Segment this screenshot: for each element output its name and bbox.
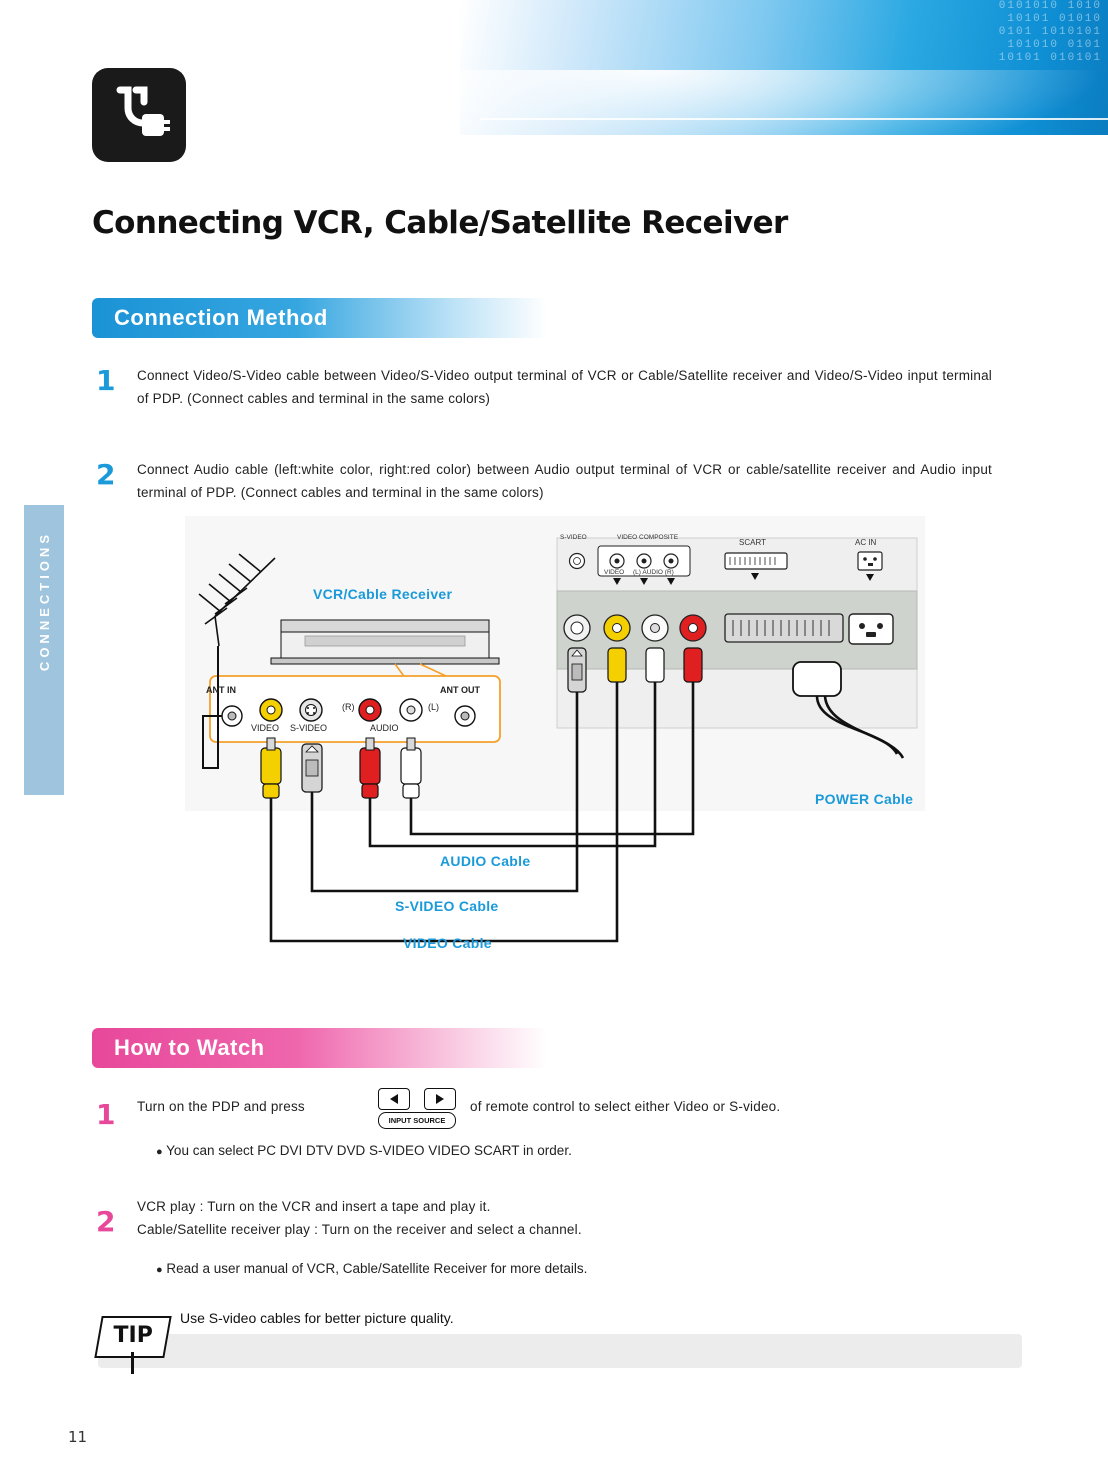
vcr-audio-left-jack <box>399 698 423 722</box>
tip-badge-tail <box>131 1352 134 1374</box>
step-1-watch-bullet: ● You can select PC DVI DTV DVD S-VIDEO … <box>156 1140 986 1163</box>
tip-background-bar <box>98 1334 1022 1368</box>
tip-text: Use S-video cables for better picture qu… <box>180 1310 454 1326</box>
vcr-audio-right-jack <box>358 698 382 722</box>
section-header-connection-method: Connection Method <box>92 298 547 338</box>
diagram-label-vcr: VCR/Cable Receiver <box>313 586 453 602</box>
pdp-label-svideo: S-VIDEO <box>560 534 587 541</box>
header-banner: 0101010 1010 10101 01010 0101 1010101 10… <box>460 0 1108 135</box>
vcr-ant-in-jack <box>221 705 243 727</box>
left-triangle-icon <box>390 1094 398 1104</box>
tip-badge-label: TIP <box>113 1323 153 1348</box>
diagram-label-video: VIDEO <box>251 723 280 733</box>
bullet-dot-icon: ● <box>156 1146 163 1158</box>
diagram-label-power-cable: POWER Cable <box>815 791 914 807</box>
diagram-label-right: (R) <box>342 702 355 712</box>
section-header-connection-method-label: Connection Method <box>114 305 328 330</box>
diagram-label-audio-cable: AUDIO Cable <box>440 853 531 869</box>
section-header-how-to-watch-label: How to Watch <box>114 1035 265 1060</box>
right-triangle-icon <box>436 1094 444 1104</box>
side-tab-connections: CONNECTIONS <box>24 505 64 795</box>
diagram-label-ant-in: ANT IN <box>206 685 236 695</box>
pdp-label-video: VIDEO <box>604 569 625 576</box>
antenna-icon <box>198 553 276 647</box>
vcr-device <box>270 619 500 665</box>
video-plug-yellow <box>260 737 282 799</box>
diagram-label-svideo-cable: S-VIDEO Cable <box>395 898 499 914</box>
banner-binary-texture: 0101010 1010 10101 01010 0101 1010101 10… <box>998 0 1102 64</box>
remote-input-source-control[interactable]: INPUT SOURCE <box>378 1088 456 1132</box>
step-1-watch-bullet-text: You can select PC DVI DTV DVD S-VIDEO VI… <box>166 1143 572 1158</box>
diagram-label-audio: AUDIO <box>370 723 399 733</box>
banner-rule <box>480 118 1108 120</box>
step-text-1-watch-before: Turn on the PDP and press <box>137 1099 305 1114</box>
diagram-label-video-cable: VIDEO Cable <box>403 935 492 951</box>
step-text-1-watch-after: of remote control to select either Video… <box>470 1099 781 1114</box>
svideo-plug <box>301 743 323 793</box>
remote-left-button[interactable] <box>378 1088 410 1110</box>
step-number-2-watch: 2 <box>96 1205 116 1238</box>
pdp-rear-panel <box>556 537 918 729</box>
audio-plug-red <box>359 737 381 799</box>
bullet-dot-icon-2: ● <box>156 1264 163 1276</box>
pdp-label-scart: SCART <box>739 538 766 547</box>
step-text-2-watch-line2: Cable/Satellite receiver play : Turn on … <box>137 1222 582 1237</box>
diagram-label-ant-out: ANT OUT <box>440 685 480 695</box>
vcr-svideo-jack <box>299 698 323 722</box>
side-tab-label: CONNECTIONS <box>37 531 52 672</box>
step-number-1-watch: 1 <box>96 1098 116 1131</box>
step-number-1-connection: 1 <box>96 364 116 397</box>
page-number: 11 <box>68 1428 88 1446</box>
section-header-how-to-watch: How to Watch <box>92 1028 547 1068</box>
power-plug-icon <box>92 68 186 162</box>
page-title: Connecting VCR, Cable/Satellite Receiver <box>92 205 788 241</box>
connection-diagram: VCR/Cable Receiver ANT IN ANT OUT VIDEO … <box>185 516 925 976</box>
step-text-2-connection: Connect Audio cable (left:white color, r… <box>137 462 992 500</box>
step-2-watch-bullet: ● Read a user manual of VCR, Cable/Satel… <box>156 1258 986 1281</box>
remote-input-source-label: INPUT SOURCE <box>378 1112 456 1129</box>
diagram-label-svideo: S-VIDEO <box>290 723 328 733</box>
pdp-label-video-composite: VIDEO COMPOSITE <box>617 534 679 541</box>
pdp-label-ac-in: AC IN <box>855 538 877 547</box>
remote-right-button[interactable] <box>424 1088 456 1110</box>
diagram-label-left: (L) <box>428 702 439 712</box>
step-2-watch-bullet-text: Read a user manual of VCR, Cable/Satelli… <box>166 1261 588 1276</box>
vcr-ant-out-jack <box>454 705 476 727</box>
pdp-label-audio: (L) AUDIO (R) <box>633 569 674 576</box>
audio-plug-white <box>400 737 422 799</box>
step-number-2-connection: 2 <box>96 458 116 491</box>
step-text-2-watch-line1: VCR play : Turn on the VCR and insert a … <box>137 1199 491 1214</box>
step-text-1-connection: Connect Video/S-Video cable between Vide… <box>137 368 992 406</box>
vcr-video-jack <box>259 698 283 722</box>
